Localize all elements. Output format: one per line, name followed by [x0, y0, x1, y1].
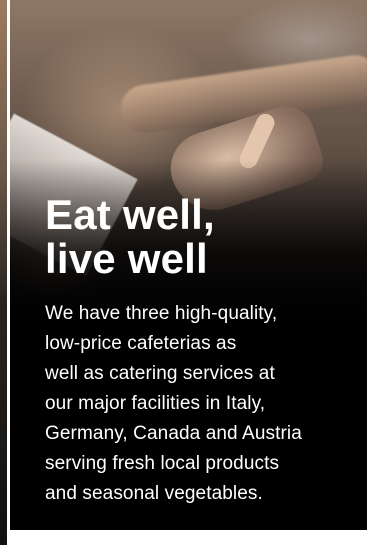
card-description: We have three high-quality, low-price ca… [45, 299, 355, 509]
card-content: Eat well, live well We have three high-q… [45, 193, 355, 509]
description-line-6: serving fresh local products [45, 453, 280, 474]
description-line-7: and seasonal vegetables. [45, 483, 263, 504]
description-line-1: We have three high-quality, [45, 303, 278, 324]
card-headline: Eat well, live well [45, 193, 355, 281]
headline-line-1: Eat well, [45, 191, 215, 238]
promo-card[interactable]: Eat well, live well We have three high-q… [10, 0, 367, 530]
headline-line-2: live well [45, 235, 208, 282]
description-line-2: low-price cafeterias as [45, 333, 237, 354]
page-frame: Eat well, live well We have three high-q… [0, 0, 367, 545]
description-line-4: our major facilities in Italy, [45, 393, 266, 414]
adjacent-card-edge [0, 0, 7, 545]
description-line-5: Germany, Canada and Austria [45, 423, 302, 444]
description-line-3: well as catering services at [45, 363, 275, 384]
